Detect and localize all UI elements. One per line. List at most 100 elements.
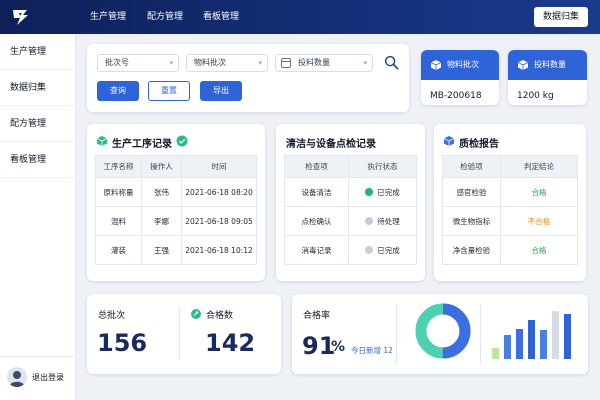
nav-recipe[interactable]: 配方管理 — [147, 0, 183, 34]
batch-no-label: 批次号 — [105, 58, 129, 67]
sidebar: 生产管理 数据归集 配方管理 看板管理 退出登录 — [0, 34, 76, 400]
column-header: 操作人 — [141, 155, 182, 178]
top-bar: 生产管理 配方管理 看板管理 数据归集 — [0, 0, 600, 34]
production-record-table: 工序名称 操作人 时间 原料称量 张伟 2021-06-18 08:20 混料 … — [95, 155, 257, 265]
material-batch-select[interactable]: 物料批次 ▾ — [186, 54, 268, 72]
user-icon — [9, 371, 25, 387]
feed-qty-select[interactable]: 投料数量 ▾ — [275, 54, 373, 72]
pass-rate-unit: % — [331, 339, 346, 355]
logout-link[interactable]: 退出登录 — [32, 357, 64, 399]
export-button[interactable]: 导出 — [200, 81, 242, 101]
reset-button[interactable]: 重置 — [148, 81, 190, 101]
search-icon[interactable] — [384, 55, 399, 70]
table-cell: 净含量检验 — [442, 235, 501, 265]
mini-bar — [528, 320, 535, 359]
nav-dashboard[interactable]: 看板管理 — [203, 0, 239, 34]
table-cell: 消毒记录 — [284, 235, 349, 265]
chevron-down-icon: ▾ — [363, 59, 367, 67]
status-text: 已完成 — [377, 187, 400, 197]
qualified-value: 142 — [205, 329, 256, 357]
column-header: 工序名称 — [95, 155, 142, 178]
total-batches-label: 总批次 — [98, 311, 126, 321]
filter-panel: 批次号 ▾ 物料批次 ▾ 投料数量 ▾ 查询 重置 导出 — [87, 44, 409, 112]
query-button[interactable]: 查询 — [97, 81, 139, 101]
sidebar-item-recipe[interactable]: 配方管理 — [0, 106, 76, 142]
mini-bar-chart — [492, 311, 571, 359]
table-row: 混料 李娜 2021-06-18 09:05 — [95, 206, 257, 236]
material-batch-card-header: 物料批次 — [421, 50, 499, 80]
box-icon — [517, 60, 529, 70]
table-cell: 李娜 — [141, 206, 182, 236]
mini-bar — [564, 314, 571, 359]
table-cell: 2021-06-18 08:20 — [181, 177, 257, 207]
table-cell: 2021-06-18 09:05 — [181, 206, 257, 236]
feed-qty-card: 投料数量 1200 kg — [508, 50, 587, 105]
check-circle-icon — [365, 187, 374, 196]
table-cell: 微生物指标 — [442, 206, 501, 236]
column-header: 执行状态 — [348, 155, 417, 178]
table-row: 灌装 王强 2021-06-18 10:12 — [95, 235, 257, 265]
table-row: 消毒记录 已完成 — [284, 235, 417, 265]
inspection-record-card: 清洁与设备点检记录 检查项 执行状态 设备清洁 已完成 点检确认 待处理 消毒记… — [276, 124, 425, 281]
result-badge: 不合格 — [500, 206, 578, 236]
mini-bar — [540, 330, 547, 359]
total-batches-value: 156 — [97, 329, 148, 357]
table-row: 净含量检验 合格 — [442, 235, 578, 265]
cube-icon — [96, 136, 108, 146]
quality-report-table: 检验项 判定结论 感官检验 合格 微生物指标 不合格 净含量检验 合格 — [442, 155, 578, 265]
box-icon — [430, 60, 442, 70]
divider — [179, 308, 180, 360]
status-text: 已完成 — [377, 245, 400, 255]
table-cell: 2021-06-18 10:12 — [181, 235, 257, 265]
column-header: 检验项 — [442, 155, 501, 178]
mini-bar — [504, 335, 511, 359]
data-collect-button[interactable]: 数据归集 — [534, 7, 588, 27]
table-cell: 感官检验 — [442, 177, 501, 207]
nav-production[interactable]: 生产管理 — [90, 0, 126, 34]
sidebar-item-dashboard[interactable]: 看板管理 — [0, 142, 76, 178]
table-row: 设备清洁 已完成 — [284, 177, 417, 207]
sidebar-item-data-collect[interactable]: 数据归集 — [0, 70, 76, 106]
sidebar-footer: 退出登录 — [0, 356, 76, 400]
result-badge: 合格 — [500, 235, 578, 265]
pass-rate-label: 合格率 — [303, 311, 331, 321]
table-row: 原料称量 张伟 2021-06-18 08:20 — [95, 177, 257, 207]
pending-dot-icon — [365, 216, 374, 225]
mini-bar — [492, 348, 499, 359]
table-cell: 已完成 — [348, 235, 417, 265]
pass-rate-donut — [415, 303, 471, 359]
table-row: 点检确认 待处理 — [284, 206, 417, 236]
column-header: 时间 — [181, 155, 257, 178]
qualified-label: 合格数 — [206, 311, 234, 321]
chevron-down-icon: ▾ — [169, 59, 173, 67]
avatar — [7, 367, 27, 387]
table-cell: 待处理 — [348, 206, 417, 236]
table-row: 微生物指标 不合格 — [442, 206, 578, 236]
divider — [480, 304, 481, 364]
batch-no-select[interactable]: 批次号 ▾ — [97, 54, 179, 72]
material-batch-card-title: 物料批次 — [447, 60, 479, 69]
mini-bar — [552, 311, 559, 359]
feed-qty-value: 1200 kg — [517, 91, 554, 101]
cube-icon — [443, 136, 455, 146]
production-record-title: 生产工序记录 — [112, 139, 172, 150]
column-header: 检查项 — [284, 155, 349, 178]
today-new-label: 今日新增 12 — [351, 346, 393, 355]
pass-rate-card: 合格率 91 % 今日新增 12 — [292, 294, 588, 374]
check-circle-icon — [176, 135, 188, 147]
table-cell: 王强 — [141, 235, 182, 265]
chevron-down-icon: ▾ — [258, 59, 262, 67]
table-cell: 原料称量 — [95, 177, 142, 207]
sidebar-item-production[interactable]: 生产管理 — [0, 34, 76, 70]
feed-qty-card-header: 投料数量 — [508, 50, 587, 80]
status-text: 待处理 — [377, 216, 400, 226]
table-cell: 张伟 — [141, 177, 182, 207]
table-cell: 已完成 — [348, 177, 417, 207]
material-batch-label: 物料批次 — [194, 58, 226, 67]
material-batch-value: MB-200618 — [430, 91, 482, 101]
quality-report-title: 质检报告 — [459, 139, 499, 150]
divider — [396, 304, 397, 364]
table-row: 感官检验 合格 — [442, 177, 578, 207]
table-cell: 点检确认 — [284, 206, 349, 236]
production-record-card: 生产工序记录 工序名称 操作人 时间 原料称量 张伟 2021-06-18 08… — [87, 124, 265, 281]
